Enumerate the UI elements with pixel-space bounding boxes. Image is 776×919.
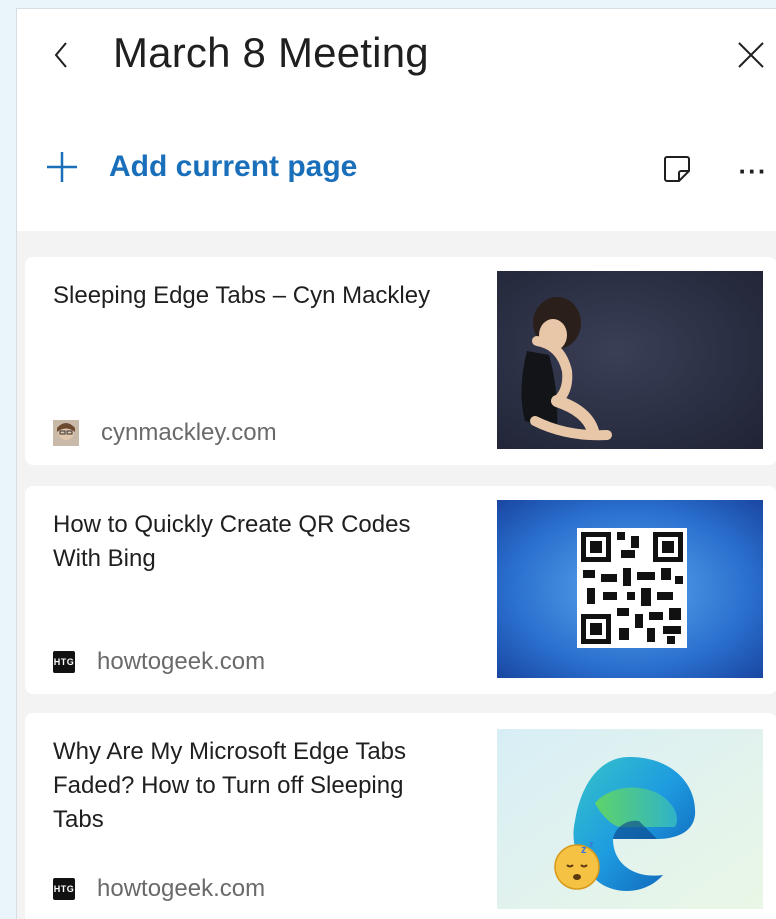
- item-source: cynmackley.com: [53, 419, 277, 447]
- collection-title: March 8 Meeting: [113, 29, 429, 76]
- back-button[interactable]: [41, 33, 81, 77]
- item-domain: howtogeek.com: [97, 648, 266, 675]
- collections-panel: March 8 Meeting Add current page ··· Sle…: [16, 8, 776, 919]
- more-options-button[interactable]: ···: [733, 153, 773, 189]
- item-title: Why Are My Microsoft Edge Tabs Faded? Ho…: [53, 738, 407, 833]
- plus-icon: [47, 152, 77, 182]
- collection-item[interactable]: Why Are My Microsoft Edge Tabs Faded? Ho…: [25, 713, 776, 919]
- item-title: How to Quickly Create QR Codes With Bing: [53, 511, 411, 572]
- close-icon: [738, 42, 764, 68]
- item-domain: cynmackley.com: [101, 419, 277, 446]
- sleeping-child-photo: [497, 271, 763, 449]
- item-domain: howtogeek.com: [97, 875, 266, 902]
- collection-item[interactable]: How to Quickly Create QR Codes With Bing…: [25, 486, 776, 694]
- htg-favicon: HTG: [53, 651, 75, 673]
- svg-text:z: z: [581, 844, 587, 856]
- add-current-page-button[interactable]: Add current page: [45, 145, 357, 189]
- more-horizontal-icon: ···: [738, 155, 768, 186]
- sticky-note-icon: [664, 156, 690, 182]
- close-button[interactable]: [731, 33, 771, 77]
- qr-code-image: [497, 500, 763, 678]
- add-current-page-label: Add current page: [109, 150, 358, 183]
- item-source: HTG howtogeek.com: [53, 875, 265, 903]
- add-note-button[interactable]: [659, 151, 695, 187]
- avatar-favicon: [53, 420, 79, 446]
- collection-item[interactable]: Sleeping Edge Tabs – Cyn Mackley cynmack…: [25, 257, 776, 465]
- item-title: Sleeping Edge Tabs – Cyn Mackley: [53, 282, 431, 309]
- htg-favicon: HTG: [53, 878, 75, 900]
- svg-text:z: z: [589, 839, 594, 849]
- edge-logo-sleeping-image: z z: [497, 729, 763, 909]
- chevron-left-icon: [54, 42, 67, 68]
- collection-header: March 8 Meeting Add current page ···: [17, 9, 776, 231]
- item-source: HTG howtogeek.com: [53, 648, 265, 676]
